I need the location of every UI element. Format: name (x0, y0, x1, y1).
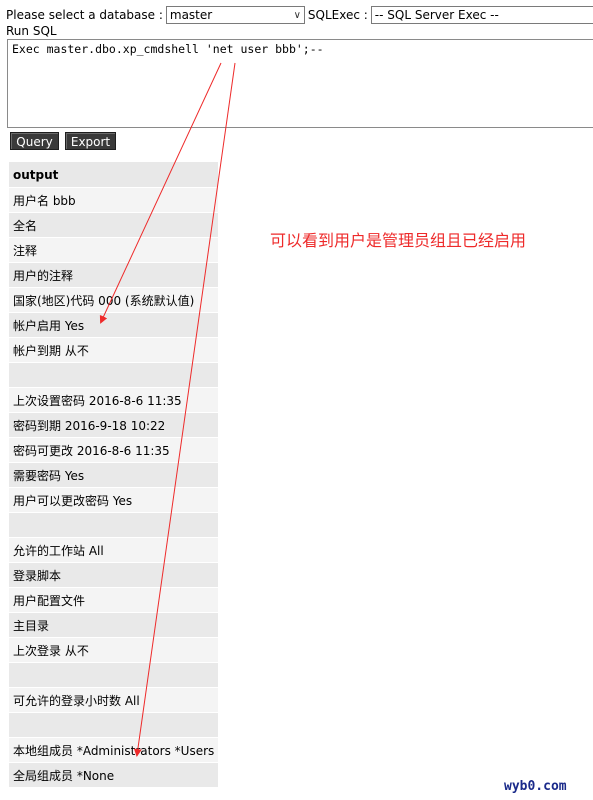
annotation-arrows (99, 62, 236, 757)
watermark: wyb0.com (504, 779, 567, 794)
arrow-to-local-groups (133, 62, 236, 757)
arrow-to-account-enabled (99, 62, 222, 324)
